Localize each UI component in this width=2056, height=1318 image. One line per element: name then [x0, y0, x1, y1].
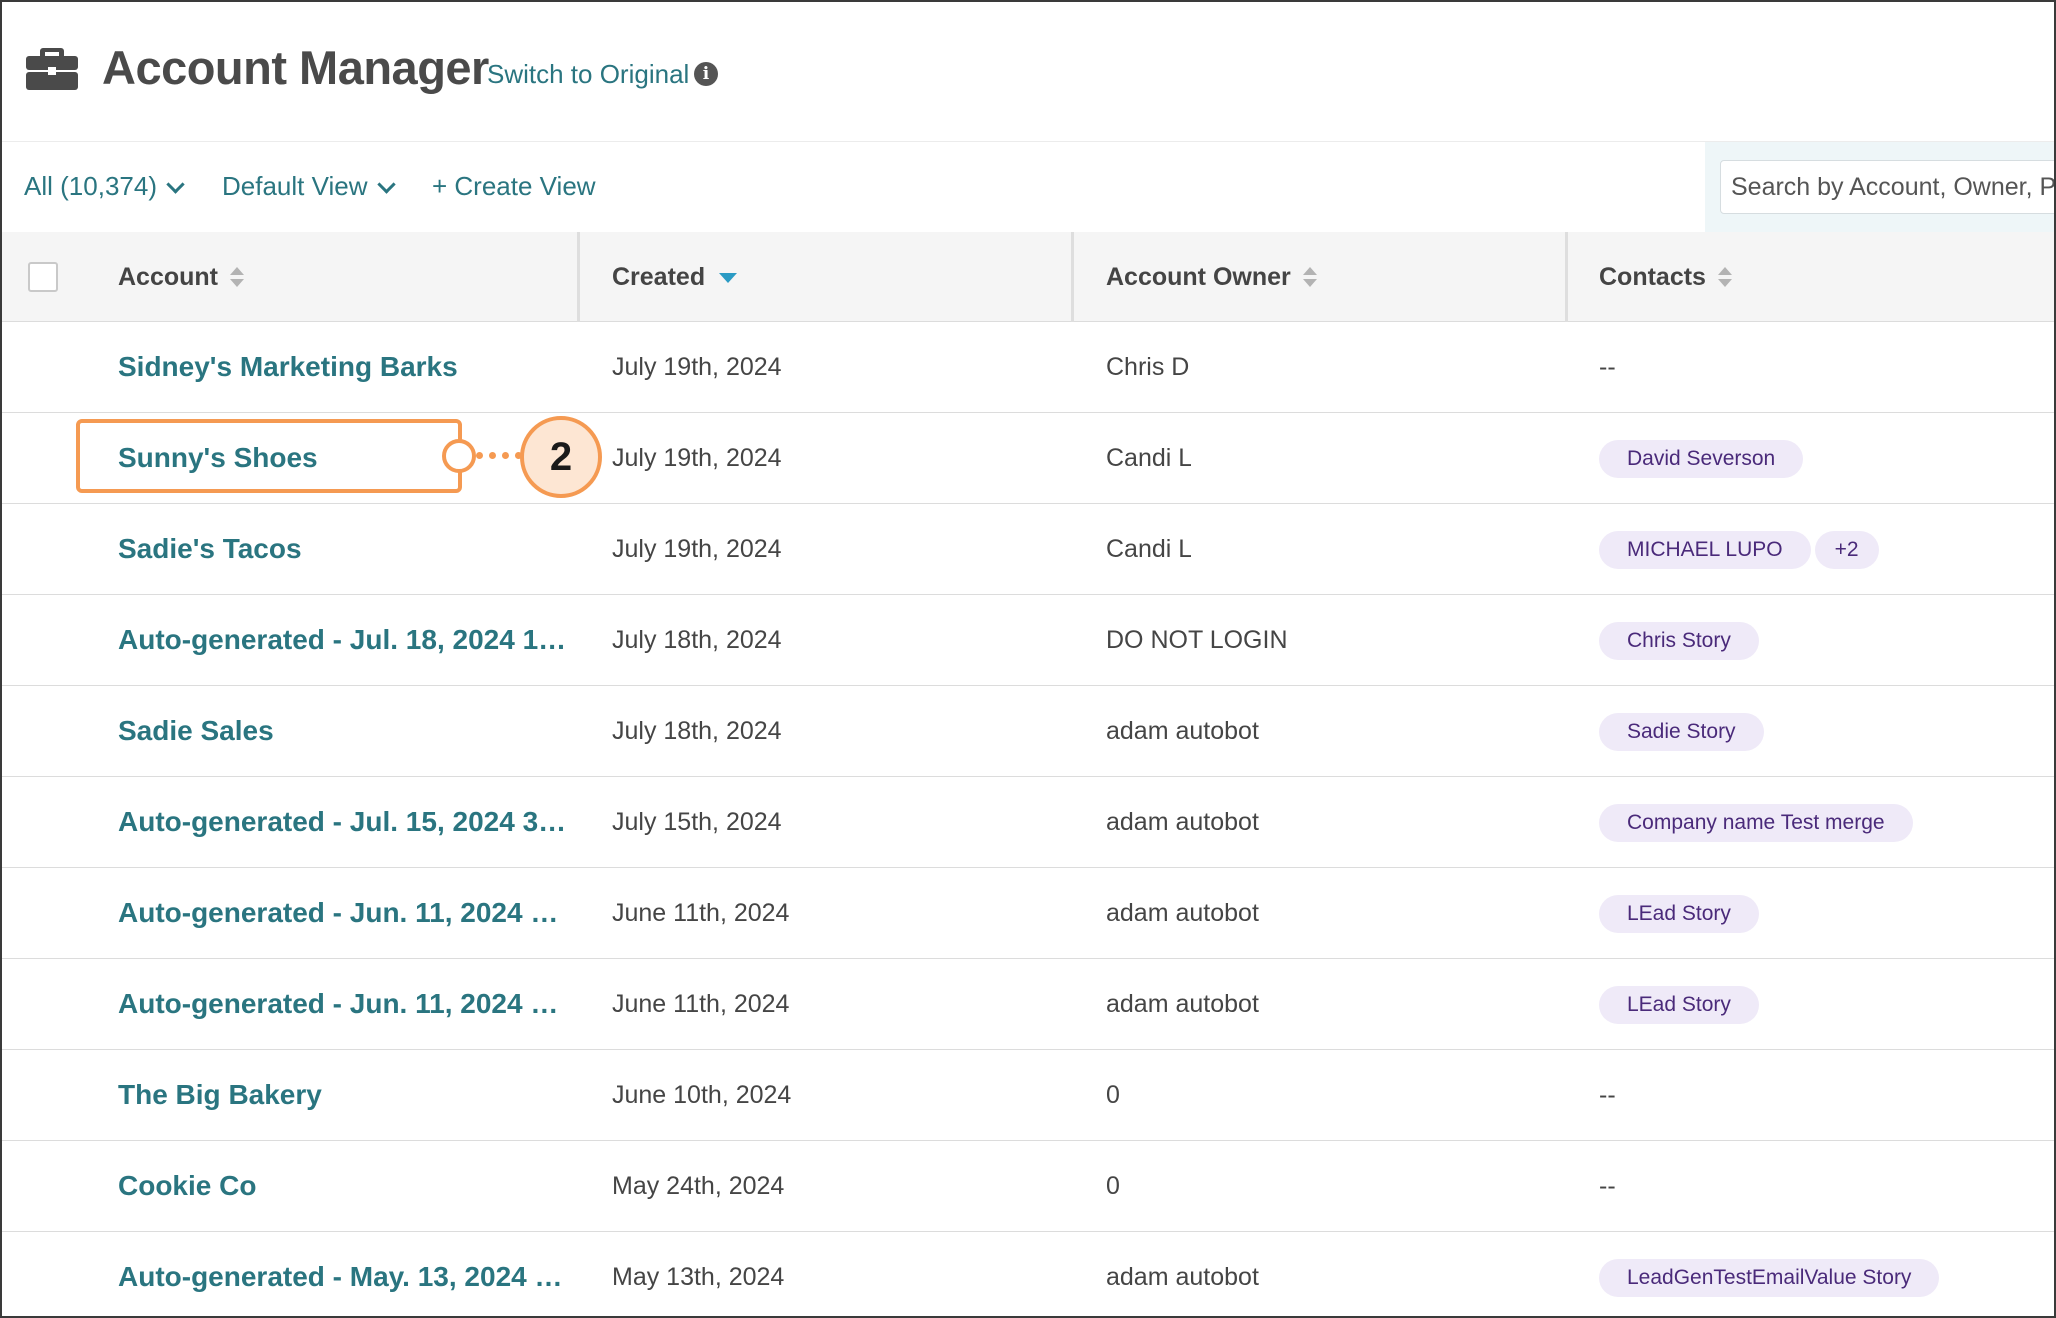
account-name-link[interactable]: The Big Bakery	[118, 1050, 568, 1140]
contacts-cell: LEad Story	[1599, 959, 1763, 1049]
created-date: July 18th, 2024	[612, 626, 782, 654]
contact-chip[interactable]: LeadGenTestEmailValue Story	[1599, 1259, 1940, 1298]
page-header: Account Manager Switch to Original i	[2, 2, 2054, 142]
account-owner: DO NOT LOGIN	[1106, 626, 1288, 654]
contacts-empty: --	[1599, 1172, 1616, 1200]
column-header-label: Contacts	[1599, 263, 1706, 291]
contacts-cell: Company name Test merge	[1599, 777, 1917, 867]
column-resize-handle[interactable]	[1565, 232, 1568, 322]
account-owner: adam autobot	[1106, 899, 1259, 927]
view-label: Default View	[222, 171, 368, 201]
account-owner: adam autobot	[1106, 990, 1259, 1018]
step-number-badge: 2	[520, 416, 602, 498]
table-row[interactable]: Auto-generated - Jul. 18, 2024 12... Jul…	[2, 595, 2054, 686]
created-date: May 13th, 2024	[612, 1263, 785, 1291]
create-view-button[interactable]: + Create View	[432, 166, 596, 206]
page-title: Account Manager	[102, 41, 489, 94]
info-icon[interactable]: i	[694, 62, 718, 86]
account-name-link[interactable]: Auto-generated - Jul. 18, 2024 12...	[118, 595, 568, 685]
sort-icon	[1302, 266, 1317, 290]
column-header-account[interactable]: Account	[118, 232, 244, 322]
sort-icon	[230, 266, 244, 290]
highlight-box	[76, 419, 462, 493]
contacts-cell: MICHAEL LUPO +2	[1599, 504, 1883, 594]
column-header-created[interactable]: Created	[612, 232, 738, 322]
account-owner: 0	[1106, 1172, 1120, 1200]
contacts-cell: LEad Story	[1599, 868, 1763, 958]
table-row[interactable]: Sadie's Tacos July 19th, 2024 Candi Li M…	[2, 504, 2054, 595]
account-owner: adam autobot	[1106, 717, 1259, 745]
column-header-label: Account	[118, 263, 218, 291]
chevron-down-icon	[166, 175, 185, 194]
contacts-empty: --	[1599, 353, 1616, 381]
column-resize-handle[interactable]	[1071, 232, 1074, 322]
column-resize-handle[interactable]	[577, 232, 580, 322]
account-owner: adam autobot	[1106, 808, 1259, 836]
callout-anchor-dot	[442, 439, 476, 473]
contacts-empty: --	[1599, 1081, 1616, 1109]
created-date: June 10th, 2024	[612, 1081, 792, 1109]
account-name-link[interactable]: Auto-generated - May. 13, 2024 1...	[118, 1232, 568, 1316]
created-date: July 19th, 2024	[612, 353, 782, 381]
sort-icon	[1717, 266, 1732, 290]
created-date: June 11th, 2024	[612, 899, 790, 927]
contact-chip[interactable]: Chris Story	[1599, 622, 1759, 661]
table-row[interactable]: Auto-generated - Jun. 11, 2024 1:... Jun…	[2, 868, 2054, 959]
more-contacts-chip[interactable]: +2	[1814, 531, 1879, 570]
account-name-link[interactable]: Sadie's Tacos	[118, 504, 568, 594]
filter-dropdown[interactable]: All (10,374)	[24, 166, 185, 206]
account-name-link[interactable]: Auto-generated - Jun. 11, 2024 1:...	[118, 868, 568, 958]
switch-to-original-link[interactable]: Switch to Original	[487, 56, 689, 92]
chevron-down-icon	[376, 175, 396, 194]
select-all-checkbox[interactable]	[28, 262, 58, 292]
account-name-link[interactable]: Cookie Co	[118, 1141, 568, 1231]
table-row[interactable]: The Big Bakery June 10th, 2024 0 --	[2, 1050, 2054, 1141]
column-header-label: Created	[612, 263, 706, 291]
account-owner: adam autobot	[1106, 1263, 1259, 1291]
created-date: July 19th, 2024	[612, 444, 782, 472]
contacts-cell: Chris Story	[1599, 595, 1763, 685]
account-owner: Candi Li	[1106, 535, 1191, 563]
account-name-link[interactable]: Auto-generated - Jul. 15, 2024 3:...	[118, 777, 568, 867]
view-dropdown[interactable]: Default View	[222, 166, 396, 206]
briefcase-icon	[26, 48, 78, 90]
column-header-contacts[interactable]: Contacts	[1599, 232, 1732, 322]
account-name-link[interactable]: Auto-generated - Jun. 11, 2024 1:...	[118, 959, 568, 1049]
column-header-account-owner[interactable]: Account Owner	[1106, 232, 1317, 322]
account-owner: Chris D	[1106, 353, 1190, 381]
contacts-cell: Sadie Story	[1599, 686, 1768, 776]
created-date: July 19th, 2024	[612, 535, 782, 563]
contacts-cell: LeadGenTestEmailValue Story	[1599, 1232, 1943, 1316]
contact-chip[interactable]: Company name Test merge	[1599, 804, 1913, 843]
filter-count: (10,374)	[60, 171, 157, 201]
table-header: Account Created Account Owner Contacts	[2, 232, 2054, 322]
table-row[interactable]: Sadie Sales July 18th, 2024 adam autobot…	[2, 686, 2054, 777]
contact-chip[interactable]: Sadie Story	[1599, 713, 1764, 752]
table-row[interactable]: Auto-generated - Jun. 11, 2024 1:... Jun…	[2, 959, 2054, 1050]
column-header-label: Account Owner	[1106, 263, 1291, 291]
contact-chip[interactable]: LEad Story	[1599, 895, 1759, 934]
contact-chip[interactable]: LEad Story	[1599, 986, 1759, 1025]
contact-chip[interactable]: MICHAEL LUPO	[1599, 531, 1811, 570]
created-date: May 24th, 2024	[612, 1172, 785, 1200]
contact-chip[interactable]: David Severson	[1599, 440, 1804, 479]
created-date: July 18th, 2024	[612, 717, 782, 745]
table-row[interactable]: Auto-generated - May. 13, 2024 1... May …	[2, 1232, 2054, 1316]
table-row[interactable]: Auto-generated - Jul. 15, 2024 3:... Jul…	[2, 777, 2054, 868]
created-date: July 15th, 2024	[612, 808, 782, 836]
filter-label: All	[24, 171, 53, 201]
table-row[interactable]: Cookie Co May 24th, 2024 0 --	[2, 1141, 2054, 1232]
account-owner: Candi Li	[1106, 444, 1191, 472]
app-frame: Account Manager Switch to Original i All…	[0, 0, 2056, 1318]
account-name-link[interactable]: Sidney's Marketing Barks	[118, 322, 568, 412]
search-input[interactable]	[1720, 160, 2054, 214]
account-owner: 0	[1106, 1081, 1120, 1109]
contacts-cell: David Severson	[1599, 413, 1807, 503]
created-date: June 11th, 2024	[612, 990, 790, 1018]
account-name-link[interactable]: Sadie Sales	[118, 686, 568, 776]
callout-connector	[476, 452, 522, 459]
table-row[interactable]: Sidney's Marketing Barks July 19th, 2024…	[2, 322, 2054, 413]
sort-descending-icon	[719, 273, 738, 283]
